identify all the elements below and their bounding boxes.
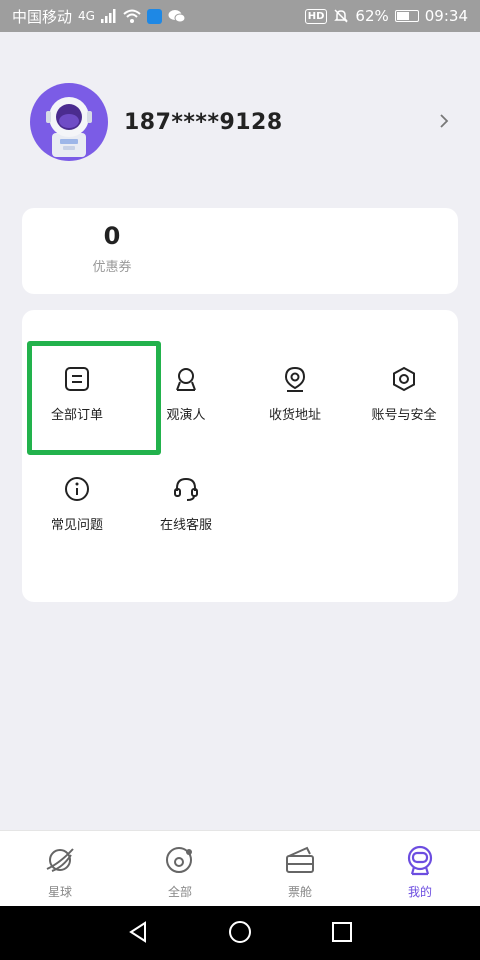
chevron-right-icon[interactable] [438,110,450,135]
clock: 09:34 [424,7,468,25]
menu-label: 常见问题 [50,518,103,533]
coupon-card: 0 优惠券 [22,208,458,294]
back-icon[interactable] [127,920,149,944]
coupon-label: 优惠券 [92,260,132,275]
notification-app-icon [146,8,162,24]
menu-label: 账号与安全 [371,408,437,423]
tab-mine[interactable]: 我的 [380,843,460,900]
menu-label: 收货地址 [268,408,321,423]
bell-muted-icon [334,9,349,23]
home-icon[interactable] [228,920,252,944]
signal-icon [100,9,116,23]
battery-icon [394,10,419,22]
menu-label: 在线客服 [159,518,212,533]
menu-item-faq[interactable]: 常见问题 [22,472,132,533]
hd-badge: HD [304,8,328,24]
avatar[interactable] [30,83,108,161]
menu-item-account-security[interactable]: 账号与安全 [349,362,459,423]
recents-icon[interactable] [331,920,353,944]
tab-label: 星球 [47,885,72,899]
astronaut-icon [407,845,433,876]
location-icon [284,366,306,392]
astronaut-avatar-icon [46,97,92,157]
tab-label: 我的 [407,885,432,899]
tab-planet[interactable]: 星球 [20,843,100,900]
tab-label: 票舱 [287,885,312,899]
headset-icon [174,477,198,501]
wechat-icon [168,10,186,23]
profile-header[interactable]: 187****9128 [30,82,450,162]
coupon-entry[interactable]: 0 优惠券 [62,222,162,275]
bottom-tab-bar: 星球 全部 票舱 我的 [0,830,480,906]
wifi-icon [123,9,141,23]
network-type: 4G [78,9,95,23]
all-icon [166,847,192,873]
person-icon [176,368,196,391]
tab-label: 全部 [167,885,192,899]
ticket-icon [286,846,314,873]
highlight-box [27,341,161,455]
menu-item-online-support[interactable]: 在线客服 [131,472,241,533]
user-phone: 187****9128 [124,109,283,135]
coupon-count: 0 [103,222,121,250]
menu-item-shipping-address[interactable]: 收货地址 [240,362,350,423]
hexagon-icon [393,366,415,392]
system-nav-bar [0,906,480,960]
tab-ticket-cabin[interactable]: 票舱 [260,843,340,900]
info-icon [65,477,89,501]
carrier-label: 中国移动 [12,7,73,26]
planet-icon [46,848,74,872]
status-bar: 中国移动 4G HD 62% 09:34 [0,0,480,32]
tab-all[interactable]: 全部 [140,843,220,900]
battery-percent: 62% [355,7,389,25]
